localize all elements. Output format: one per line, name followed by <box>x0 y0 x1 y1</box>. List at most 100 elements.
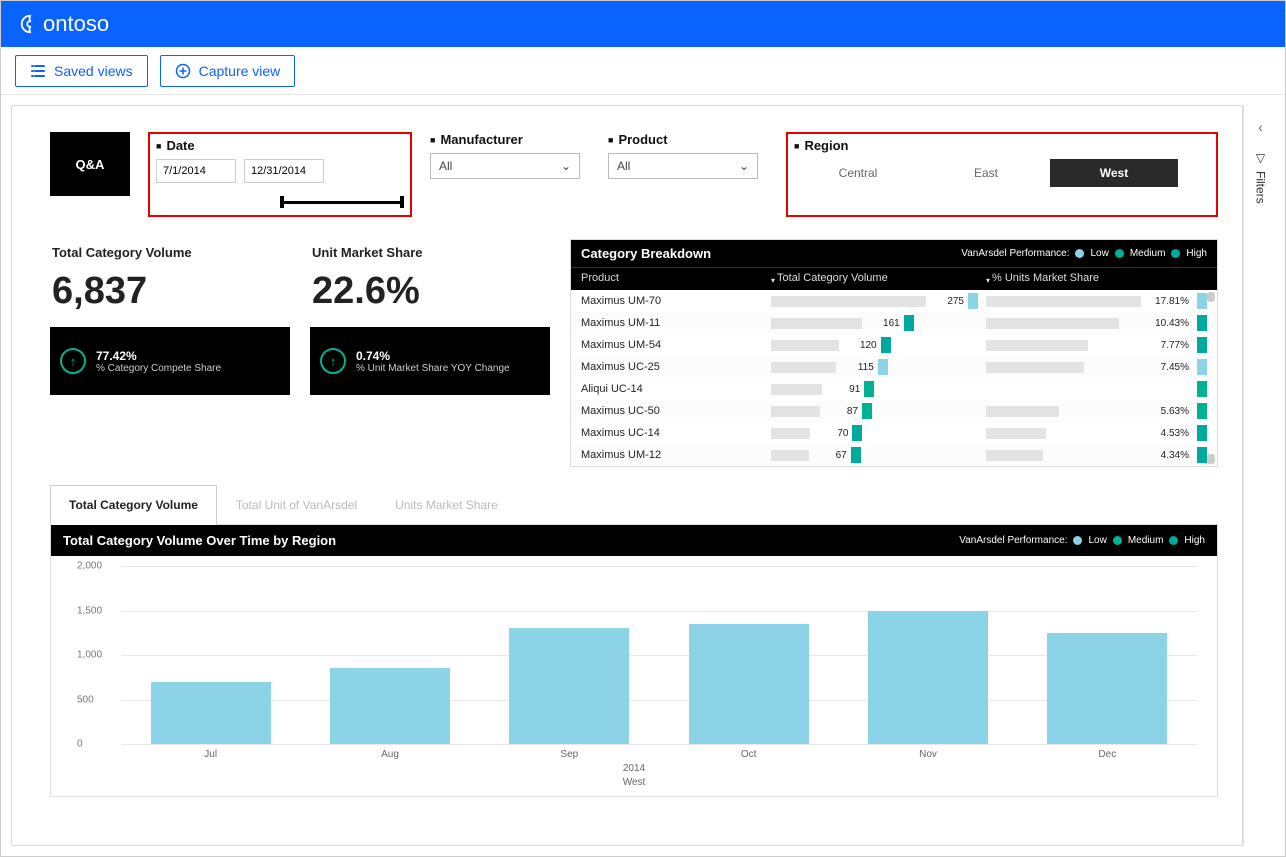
chart-tab-2[interactable]: Units Market Share <box>376 485 517 525</box>
bar-dec[interactable] <box>1047 633 1167 744</box>
perf-indicator <box>1197 293 1207 309</box>
chart-title: Total Category Volume Over Time by Regio… <box>63 533 336 548</box>
topbar: ontoso <box>1 1 1285 47</box>
volume-bar <box>771 428 810 439</box>
share-bar <box>986 318 1119 329</box>
card-volume-title: Total Category Volume <box>50 239 290 268</box>
breakdown-columns: Product ▾Total Category Volume ▾% Units … <box>571 267 1217 290</box>
table-row[interactable]: Maximus UC-50875.63% <box>571 400 1217 422</box>
region-btn-west[interactable]: West <box>1050 159 1178 187</box>
filters-pane-button[interactable]: ▽ Filters <box>1254 151 1268 204</box>
capture-view-button[interactable]: Capture view <box>160 55 296 87</box>
bar-aug[interactable] <box>330 668 450 744</box>
share-bar <box>986 428 1046 439</box>
chart-tab-1[interactable]: Total Unit of VanArsdel <box>217 485 376 525</box>
grid-line <box>121 655 1197 656</box>
cell-product: Maximus UC-50 <box>581 405 771 417</box>
slider-handle-start[interactable] <box>280 196 284 208</box>
app-window: ontoso Saved views Capture view Q&A Date <box>0 0 1286 857</box>
share-bar <box>986 340 1088 351</box>
breakdown-title: Category Breakdown <box>581 246 711 261</box>
region-label: Region <box>794 138 1210 153</box>
perf-indicator <box>881 337 891 353</box>
cell-share: 10.43% <box>986 315 1207 331</box>
share-bar <box>986 362 1084 373</box>
bar-nov[interactable] <box>868 611 988 745</box>
slider-handle-end[interactable] <box>400 196 404 208</box>
list-icon <box>30 63 46 79</box>
cell-share: 5.63% <box>986 403 1207 419</box>
qna-button[interactable]: Q&A <box>50 132 130 196</box>
table-row[interactable]: Maximus UM-541207.77% <box>571 334 1217 356</box>
card-share: Unit Market Share 22.6% ↑ 0.74% % Unit M… <box>310 239 550 467</box>
cell-share <box>986 381 1207 397</box>
volume-value: 115 <box>840 362 874 373</box>
collapse-rail-button[interactable]: ‹ <box>1258 119 1263 135</box>
col-product[interactable]: Product <box>581 272 771 284</box>
col-volume[interactable]: ▾Total Category Volume <box>771 272 986 284</box>
table-row[interactable]: Aliqui UC-1491 <box>571 378 1217 400</box>
perf-indicator <box>1197 425 1207 441</box>
cell-volume: 67 <box>771 447 986 463</box>
date-slider[interactable] <box>156 195 404 209</box>
x-tick-label: Sep <box>560 749 578 760</box>
scroll-up-icon[interactable] <box>1207 292 1215 302</box>
volume-bar <box>771 296 926 307</box>
breakdown-header: Category Breakdown VanArsdel Performance… <box>571 240 1217 290</box>
perf-indicator <box>878 359 888 375</box>
bar-jul[interactable] <box>151 682 271 744</box>
date-start-input[interactable] <box>156 159 236 183</box>
legend-medium: Medium <box>1128 535 1164 546</box>
region-btn-central[interactable]: Central <box>794 159 922 187</box>
product-label: Product <box>608 132 768 147</box>
sort-icon: ▾ <box>986 276 990 285</box>
volume-value: 91 <box>826 384 860 395</box>
bar-sep[interactable] <box>509 628 629 744</box>
volume-bar <box>771 362 836 373</box>
brand-logo: ontoso <box>19 11 109 37</box>
col-share[interactable]: ▾% Units Market Share <box>986 272 1207 284</box>
legend-high-dot <box>1169 536 1178 545</box>
saved-views-button[interactable]: Saved views <box>15 55 148 87</box>
chart-tab-0[interactable]: Total Category Volume <box>50 485 217 525</box>
table-row[interactable]: Maximus UC-251157.45% <box>571 356 1217 378</box>
table-row[interactable]: Maximus UM-1116110.43% <box>571 312 1217 334</box>
performance-legend: VanArsdel Performance: Low Medium High <box>961 248 1207 259</box>
date-inputs <box>156 159 404 183</box>
volume-bar <box>771 340 839 351</box>
logo-icon <box>19 13 41 35</box>
perf-indicator <box>968 293 978 309</box>
bar-oct[interactable] <box>689 624 809 744</box>
funnel-icon: ▽ <box>1254 151 1268 165</box>
cell-volume: 120 <box>771 337 986 353</box>
legend-title: VanArsdel Performance: <box>961 248 1069 259</box>
filter-row: Q&A Date Manufacturer <box>50 132 1218 217</box>
date-filter-label: Date <box>156 138 404 153</box>
volume-value: 67 <box>813 450 847 461</box>
share-bar <box>986 296 1141 307</box>
chart-tabs: Total Category VolumeTotal Unit of VanAr… <box>50 485 1218 525</box>
manufacturer-select[interactable]: All ⌄ <box>430 153 580 179</box>
table-row[interactable]: Maximus UM-7027517.81% <box>571 290 1217 312</box>
product-select[interactable]: All ⌄ <box>608 153 758 179</box>
mid-row: Total Category Volume 6,837 ↑ 77.42% % C… <box>50 239 1218 467</box>
table-row[interactable]: Maximus UM-12674.34% <box>571 444 1217 466</box>
table-row[interactable]: Maximus UC-14704.53% <box>571 422 1217 444</box>
card-volume-desc: % Category Compete Share <box>96 363 221 374</box>
arrow-up-icon: ↑ <box>320 348 346 374</box>
chart-area: 05001,0001,5002,000JulAugSepOctNovDec <box>121 566 1197 744</box>
date-end-input[interactable] <box>244 159 324 183</box>
cell-volume: 87 <box>771 403 986 419</box>
cell-volume: 161 <box>771 315 986 331</box>
legend-high-dot <box>1171 249 1180 258</box>
scroll-down-icon[interactable] <box>1207 454 1215 464</box>
card-volume-foot: ↑ 77.42% % Category Compete Share <box>50 327 290 395</box>
manufacturer-filter: Manufacturer All ⌄ <box>430 132 590 217</box>
share-value: 7.77% <box>1161 340 1189 351</box>
perf-indicator <box>852 425 862 441</box>
volume-bar <box>771 450 809 461</box>
card-volume-pct: 77.42% <box>96 349 221 363</box>
region-btn-east[interactable]: East <box>922 159 1050 187</box>
cell-share: 4.53% <box>986 425 1207 441</box>
slider-track <box>280 201 404 204</box>
